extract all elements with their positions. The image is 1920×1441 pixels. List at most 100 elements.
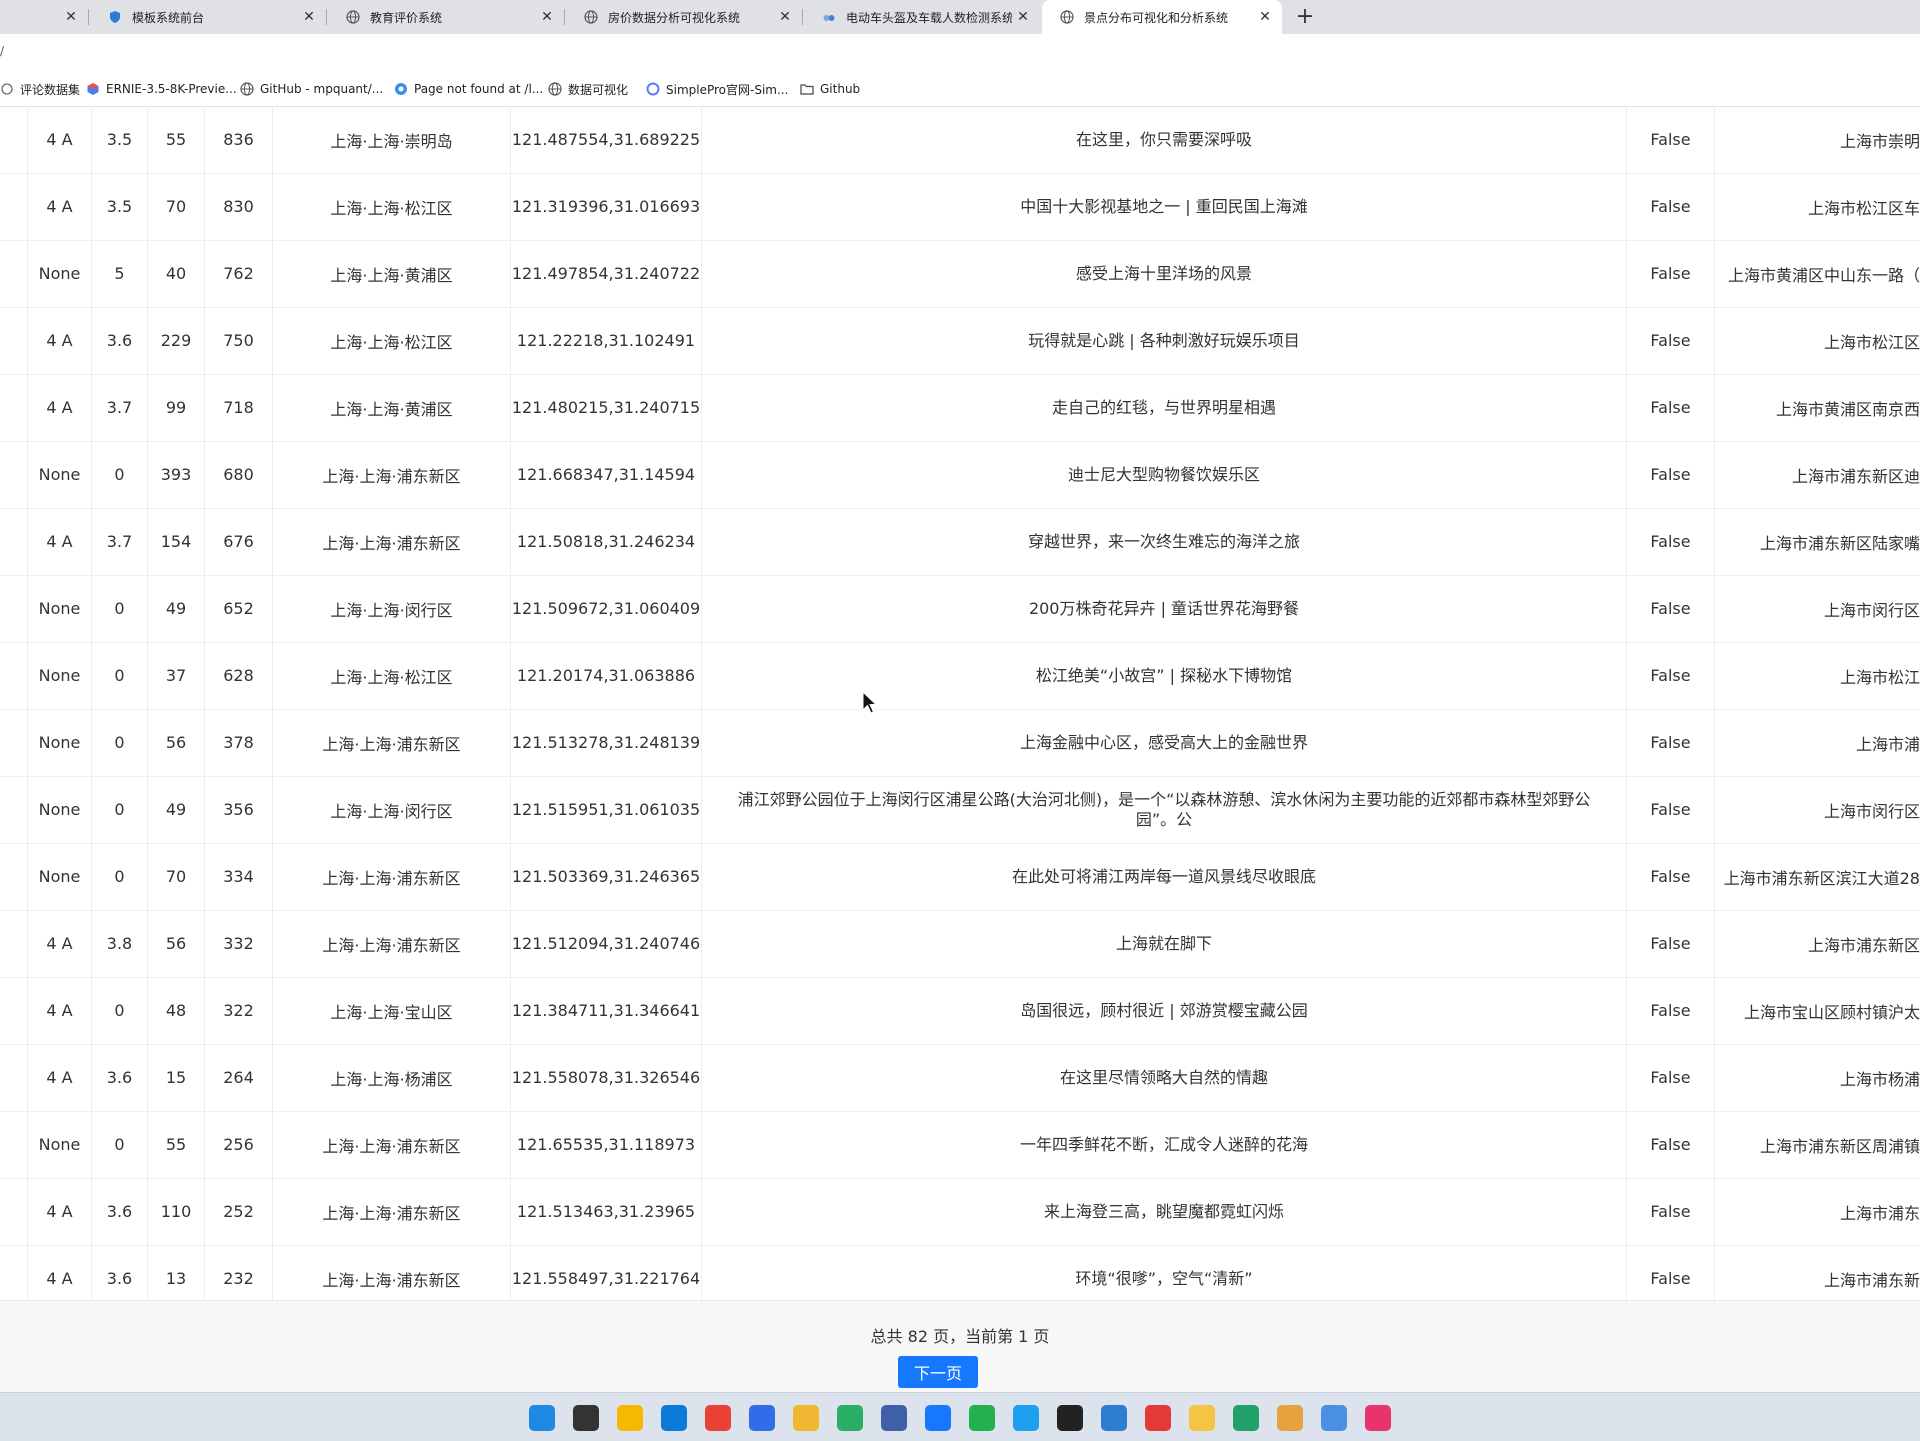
pink-app-icon[interactable] bbox=[1365, 1405, 1391, 1431]
green-app-icon[interactable] bbox=[1233, 1405, 1259, 1431]
cell-address-text: 上海市闵行区 bbox=[1823, 600, 1920, 620]
cell-sales: 322 bbox=[205, 977, 273, 1044]
windows-start-icon[interactable] bbox=[529, 1405, 555, 1431]
cell-level: None bbox=[28, 642, 92, 709]
cell-comments-text: 56 bbox=[165, 733, 187, 752]
cell-comments-text: 55 bbox=[165, 130, 187, 149]
bookmark-item[interactable]: Github bbox=[800, 72, 860, 106]
cell-sales-text: 356 bbox=[223, 800, 254, 819]
task-view-icon[interactable] bbox=[573, 1405, 599, 1431]
cell-address: 上海市崇明 bbox=[1715, 106, 1920, 173]
cell-level-text: None bbox=[38, 666, 81, 685]
cell-score: 3.5 bbox=[92, 106, 148, 173]
cell-level-text: 4 A bbox=[46, 1068, 73, 1087]
cell-comments-text: 70 bbox=[165, 867, 187, 886]
wechat-icon[interactable] bbox=[837, 1405, 863, 1431]
tab-0[interactable]: ✕ bbox=[0, 0, 88, 34]
shield-icon bbox=[108, 10, 122, 24]
tab-2[interactable]: 教育评价系统 ✕ bbox=[328, 0, 564, 34]
cell-desc: 走自己的红毯，与世界明星相遇 bbox=[702, 374, 1627, 441]
cell-coords-text: 121.319396,31.016693 bbox=[511, 197, 701, 216]
app-icon bbox=[822, 10, 836, 24]
cell-sales-text: 252 bbox=[223, 1202, 254, 1221]
cell-region: 上海·上海·浦东新区 bbox=[273, 441, 511, 508]
cell-desc: 200万株奇花异卉 | 童话世界花海野餐 bbox=[702, 575, 1627, 642]
cell-address-text: 上海市浦东新区迪 bbox=[1791, 466, 1920, 486]
cell-score: 3.5 bbox=[92, 173, 148, 240]
cell-level: None bbox=[28, 1111, 92, 1178]
pycharm-icon[interactable] bbox=[969, 1405, 995, 1431]
paint-icon[interactable] bbox=[1189, 1405, 1215, 1431]
table-row: 4 A 3.5 70 830 上海·上海·松江区 121.319396,31.016693… bbox=[0, 173, 1920, 241]
cell-coords-text: 121.503369,31.246365 bbox=[511, 867, 701, 886]
qq-icon[interactable] bbox=[1057, 1405, 1083, 1431]
chat-bubble-icon[interactable] bbox=[1013, 1405, 1039, 1431]
cell-region-text: 上海·上海·浦东新区 bbox=[322, 1203, 461, 1223]
tab-3[interactable]: 房价数据分析可视化系统 ✕ bbox=[566, 0, 802, 34]
cell-sales: 356 bbox=[205, 776, 273, 843]
cell-sales-text: 264 bbox=[223, 1068, 254, 1087]
cell-score-text: 3.6 bbox=[106, 1202, 133, 1221]
bookmark-item[interactable]: 数据可视化 bbox=[548, 72, 628, 106]
cell-address-text: 上海市崇明 bbox=[1839, 131, 1920, 151]
bookmark-item[interactable]: SimplePro官网-Sim... bbox=[646, 72, 788, 106]
close-icon[interactable]: ✕ bbox=[1254, 9, 1276, 25]
close-icon[interactable]: ✕ bbox=[298, 9, 320, 25]
next-page-button[interactable]: 下一页 bbox=[898, 1356, 978, 1388]
edge-browser-icon[interactable] bbox=[661, 1405, 687, 1431]
bookmark-item[interactable]: 评论数据集 bbox=[0, 72, 80, 106]
feishu-icon[interactable] bbox=[925, 1405, 951, 1431]
cell-comments-text: 70 bbox=[165, 197, 187, 216]
cell-level-text: None bbox=[38, 465, 81, 484]
new-tab-button[interactable]: + bbox=[1292, 4, 1318, 30]
cell-level: None bbox=[28, 776, 92, 843]
flower-app-icon[interactable] bbox=[1321, 1405, 1347, 1431]
cell-sales-text: 830 bbox=[223, 197, 254, 216]
cell-flag: False bbox=[1627, 1111, 1715, 1178]
bookmark-item[interactable]: GitHub - mpquant/... bbox=[240, 72, 383, 106]
cell-level: None bbox=[28, 240, 92, 307]
cell-score-text: 0 bbox=[114, 465, 125, 484]
bookmark-label: GitHub - mpquant/... bbox=[260, 82, 384, 96]
tab-4[interactable]: 电动车头盔及车载人数检测系统 ✕ bbox=[804, 0, 1040, 34]
cell-desc: 上海金融中心区，感受高大上的金融世界 bbox=[702, 709, 1627, 776]
security-app-icon[interactable] bbox=[617, 1405, 643, 1431]
close-icon[interactable]: ✕ bbox=[536, 9, 558, 25]
photos-icon[interactable] bbox=[1101, 1405, 1127, 1431]
close-icon[interactable]: ✕ bbox=[1012, 9, 1034, 25]
cell-sales: 252 bbox=[205, 1178, 273, 1245]
cell-comments: 70 bbox=[148, 843, 205, 910]
tab-active[interactable]: 景点分布可视化和分析系统 ✕ bbox=[1042, 0, 1282, 34]
cell-flag: False bbox=[1627, 374, 1715, 441]
chrome-browser-icon[interactable] bbox=[705, 1405, 731, 1431]
cell-coords: 121.509672,31.060409 bbox=[511, 575, 702, 642]
cell-region: 上海·上海·浦东新区 bbox=[273, 508, 511, 575]
close-icon[interactable]: ✕ bbox=[774, 9, 796, 25]
globe-icon bbox=[0, 82, 14, 96]
remote-desktop-icon[interactable] bbox=[881, 1405, 907, 1431]
cell-comments-text: 13 bbox=[165, 1269, 187, 1288]
bookmark-item[interactable]: ERNIE-3.5-8K-Previe... bbox=[86, 72, 237, 106]
cell-region-text: 上海·上海·浦东新区 bbox=[322, 1270, 461, 1290]
table-row: None 0 37 628 上海·上海·松江区 121.20174,31.063886 松江… bbox=[0, 642, 1920, 710]
cell-flag-text: False bbox=[1650, 532, 1691, 551]
row-edge-cell bbox=[0, 1044, 28, 1111]
cell-level: None bbox=[28, 575, 92, 642]
close-icon[interactable]: ✕ bbox=[60, 9, 82, 25]
file-explorer-icon[interactable] bbox=[793, 1405, 819, 1431]
cell-level: 4 A bbox=[28, 173, 92, 240]
battery-app-icon[interactable] bbox=[1145, 1405, 1171, 1431]
cell-coords-text: 121.20174,31.063886 bbox=[516, 666, 696, 685]
address-bar[interactable]: / bbox=[0, 34, 1920, 73]
cell-sales-text: 652 bbox=[223, 599, 254, 618]
cell-sales: 232 bbox=[205, 1245, 273, 1300]
tab-1[interactable]: 模板系统前台 ✕ bbox=[90, 0, 326, 34]
notes-app-icon[interactable] bbox=[1277, 1405, 1303, 1431]
bookmark-item[interactable]: Page not found at /l... bbox=[394, 72, 543, 106]
cell-coords: 121.22218,31.102491 bbox=[511, 307, 702, 374]
cell-coords-text: 121.497854,31.240722 bbox=[511, 264, 701, 283]
row-edge-cell bbox=[0, 910, 28, 977]
cell-comments-text: 15 bbox=[165, 1068, 187, 1087]
cell-desc-text: 在这里尽情领略大自然的情趣 bbox=[1059, 1067, 1268, 1087]
app-circle-icon[interactable] bbox=[749, 1405, 775, 1431]
